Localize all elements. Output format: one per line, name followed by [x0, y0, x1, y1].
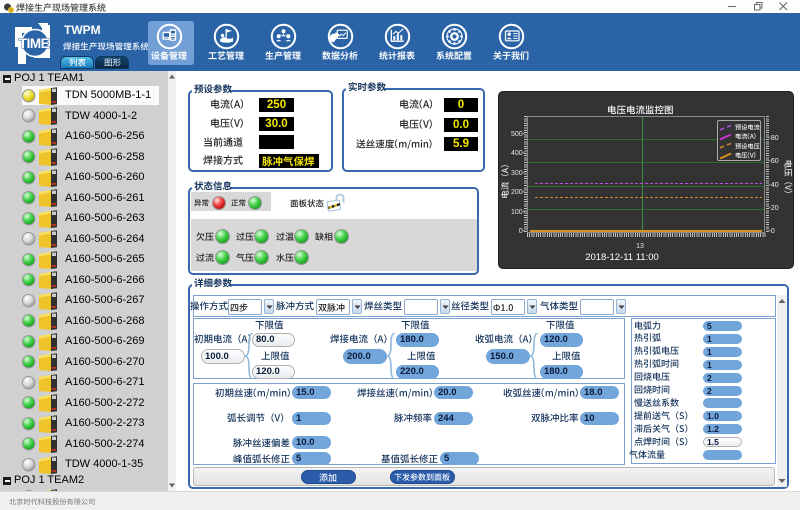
svg-text:TIME: TIME	[19, 36, 50, 51]
